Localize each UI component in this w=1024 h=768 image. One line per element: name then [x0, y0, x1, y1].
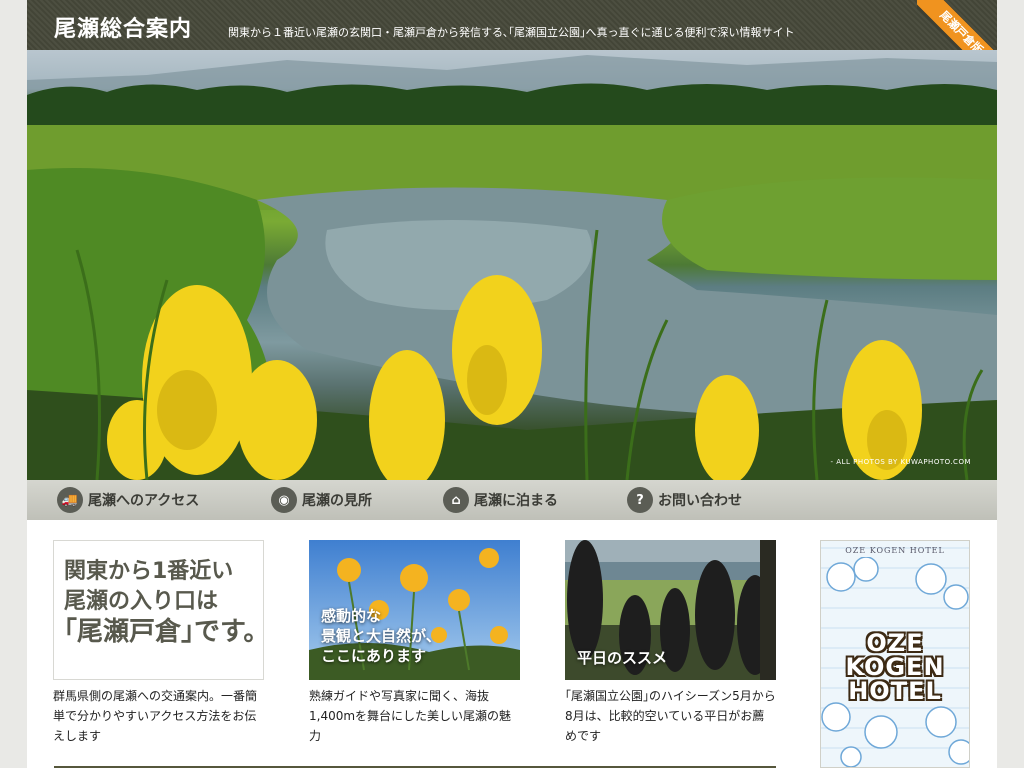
weekday-thumbnail[interactable]: 平日のススメ	[565, 540, 776, 680]
photo-credit: - ALL PHOTOS BY KUWAPHOTO.COM	[830, 458, 971, 466]
highlights-caption: 感動的な 景観と大自然が、 ここにあります	[321, 606, 441, 666]
hotel-logo: OZE KOGEN HOTEL	[845, 631, 945, 703]
caption-line: 感動的な	[321, 607, 382, 625]
access-promo-banner[interactable]: 関東から1番近い 尾瀬の入り口は ｢尾瀬戸倉｣です。	[53, 540, 270, 680]
nav-item-lodging[interactable]: ⌂ 尾瀬に泊まる	[443, 480, 558, 520]
caption-line: 景観と大自然が、	[321, 627, 441, 645]
feature-highlights: 感動的な 景観と大自然が、 ここにあります 熟練ガイドや写真家に聞く、海抜1,4…	[309, 540, 520, 746]
logo-line: OZE	[866, 629, 924, 657]
logo-line: HOTEL	[848, 677, 942, 705]
site-logo[interactable]: 尾瀬総合案内	[54, 11, 192, 43]
hero-landscape-illustration	[27, 55, 997, 480]
nav-item-label: 尾瀬へのアクセス	[88, 493, 200, 509]
feature-access: 関東から1番近い 尾瀬の入り口は ｢尾瀬戸倉｣です。 群馬県側の尾瀬への交通案内…	[53, 540, 270, 746]
caption-line: ここにあります	[321, 647, 427, 665]
main-navigation: 🚚 尾瀬へのアクセス ◉ 尾瀬の見所 ⌂ 尾瀬に泊まる ? お問い合わせ	[27, 480, 997, 520]
promo-line: 尾瀬の入り口は	[64, 589, 219, 614]
question-icon: ?	[627, 487, 653, 513]
hero-photo: - ALL PHOTOS BY KUWAPHOTO.COM	[27, 50, 997, 480]
house-icon: ⌂	[443, 487, 469, 513]
hotel-ad-banner[interactable]: OZE KOGEN HOTEL OZE KOGEN HOTEL	[820, 540, 970, 768]
nav-item-highlights[interactable]: ◉ 尾瀬の見所	[271, 480, 372, 520]
site-header: 尾瀬総合案内 関東から１番近い尾瀬の玄関口・尾瀬戸倉から発信する､｢尾瀬国立公園…	[27, 0, 997, 80]
access-description: 群馬県側の尾瀬への交通案内。一番簡単で分かりやすいアクセス方法をお伝えします	[53, 689, 258, 743]
truck-icon: 🚚	[57, 487, 83, 513]
nav-item-label: 尾瀬の見所	[302, 493, 372, 509]
weekday-caption: 平日のススメ	[577, 649, 668, 667]
promo-line: ｢尾瀬戸倉｣です。	[64, 617, 270, 647]
highlights-description: 熟練ガイドや写真家に聞く、海抜1,400mを舞台にした美しい尾瀬の魅力	[309, 689, 512, 743]
page-wrapper: 尾瀬総合案内 関東から１番近い尾瀬の玄関口・尾瀬戸倉から発信する､｢尾瀬国立公園…	[27, 0, 997, 768]
weekday-description: ｢尾瀬国立公園｣のハイシーズン5月から8月は、比較的空いている平日がお薦めです	[565, 689, 776, 743]
highlights-thumbnail[interactable]: 感動的な 景観と大自然が、 ここにあります	[309, 540, 520, 680]
feature-weekday: 平日のススメ ｢尾瀬国立公園｣のハイシーズン5月から8月は、比較的空いている平日…	[565, 540, 776, 746]
nav-item-contact[interactable]: ? お問い合わせ	[627, 480, 742, 520]
nav-item-label: お問い合わせ	[658, 493, 742, 509]
hotel-ad-title: OZE KOGEN HOTEL	[845, 546, 945, 555]
nav-item-access[interactable]: 🚚 尾瀬へのアクセス	[57, 480, 199, 520]
logo-line: KOGEN	[845, 653, 945, 681]
nav-item-label: 尾瀬に泊まる	[474, 493, 558, 509]
camera-icon: ◉	[271, 487, 297, 513]
site-tagline: 関東から１番近い尾瀬の玄関口・尾瀬戸倉から発信する､｢尾瀬国立公園｣へ真っ直ぐに…	[228, 26, 795, 39]
promo-line: 関東から1番近い	[64, 559, 234, 584]
